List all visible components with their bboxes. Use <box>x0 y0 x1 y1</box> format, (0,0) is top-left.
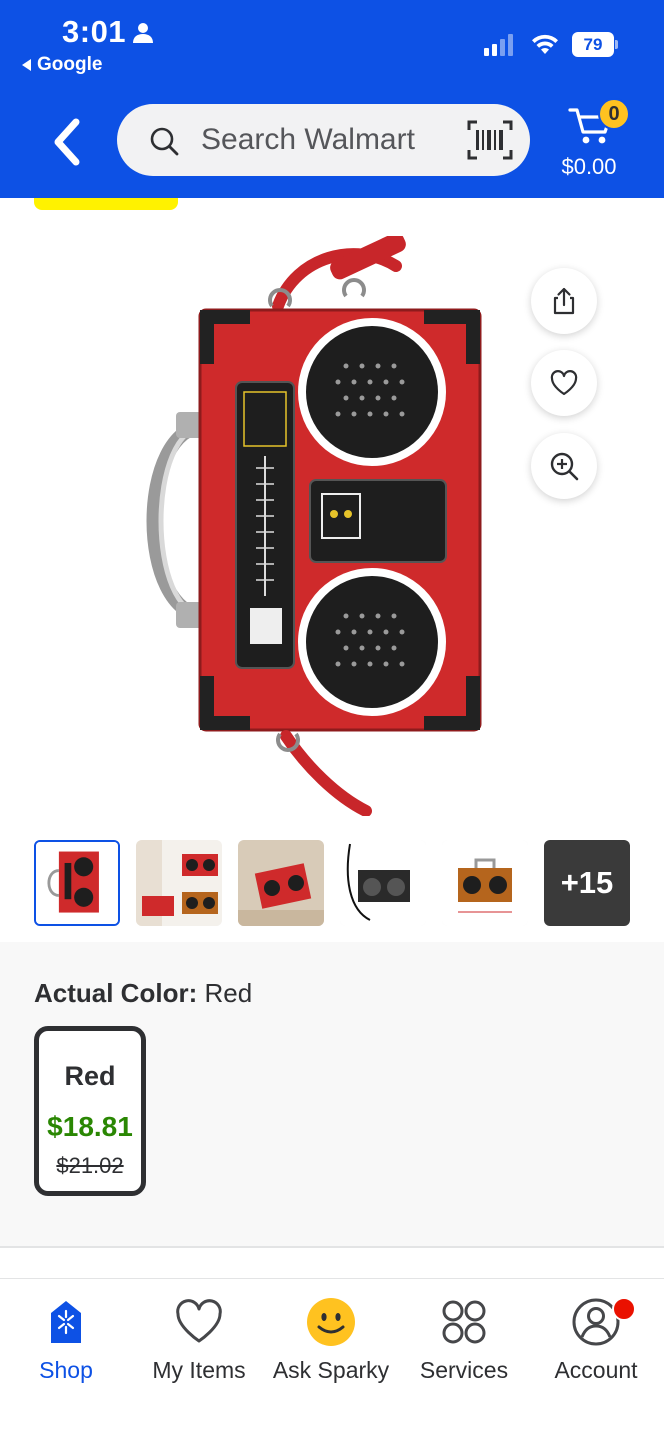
search-icon <box>150 127 179 156</box>
thumbnail-image <box>36 842 118 924</box>
thumbnail-image <box>340 840 426 926</box>
thumbnail-2[interactable] <box>136 840 222 926</box>
back-chevron-icon[interactable] <box>46 116 86 168</box>
back-triangle-icon <box>22 59 31 71</box>
battery-indicator: 79 <box>572 32 618 57</box>
variant-was-price: $21.02 <box>56 1153 124 1178</box>
back-to-app-link[interactable]: Google <box>22 54 102 76</box>
search-bar[interactable] <box>117 104 530 176</box>
more-images-thumbnail[interactable]: +15 <box>544 840 630 926</box>
nav-my-items[interactable]: My Items <box>133 1297 265 1397</box>
nav-shop[interactable]: Shop <box>0 1297 132 1397</box>
services-grid-icon <box>442 1300 486 1344</box>
barcode-scanner-icon[interactable] <box>467 120 513 160</box>
variant-label: Actual Color: <box>34 978 198 1008</box>
nav-services-label: Services <box>419 1357 509 1383</box>
thumbnail-3[interactable] <box>238 840 324 926</box>
account-notification-dot <box>612 1297 636 1321</box>
zoom-in-icon <box>550 452 579 481</box>
nav-my-items-label: My Items <box>152 1357 246 1383</box>
nav-account[interactable]: Account <box>530 1297 662 1397</box>
thumbnail-1[interactable] <box>34 840 120 926</box>
battery-level: 79 <box>572 32 614 57</box>
nav-ask-sparky-label: Ask Sparky <box>272 1357 390 1383</box>
thumbnail-5[interactable] <box>442 840 528 926</box>
shop-icon <box>51 1301 81 1343</box>
variant-name: Red <box>64 1061 116 1091</box>
cellular-signal-icon <box>484 34 513 56</box>
heart-icon <box>550 370 578 396</box>
variant-price: $18.81 <box>47 1111 133 1142</box>
thumbnail-image <box>442 840 528 926</box>
heart-icon <box>176 1299 222 1343</box>
nav-account-label: Account <box>554 1357 638 1383</box>
variant-section: Actual Color: Red Red $18.81 $21.02 <box>0 942 664 1246</box>
favorite-button[interactable] <box>531 350 597 416</box>
cart-button[interactable]: 0 $0.00 <box>556 98 636 188</box>
share-icon <box>553 287 575 315</box>
thumbnail-image <box>136 840 222 926</box>
variant-value: Red <box>204 978 253 1008</box>
section-divider <box>0 1246 664 1248</box>
back-app-label: Google <box>37 54 103 75</box>
sparky-smiley-icon <box>307 1298 355 1346</box>
image-thumbnail-strip: +15 <box>34 840 634 926</box>
status-time: 3:01 <box>62 14 127 49</box>
thumbnail-image <box>238 840 324 926</box>
app-header: 3:01 Google 79 Search Walmart 0 $0.00 <box>0 0 664 198</box>
nav-ask-sparky[interactable]: Ask Sparky <box>265 1297 397 1397</box>
product-image[interactable] <box>96 236 496 816</box>
nav-services[interactable]: Services <box>398 1297 530 1397</box>
promo-banner-strip <box>34 198 178 210</box>
zoom-button[interactable] <box>531 433 597 499</box>
thumbnail-4[interactable] <box>340 840 426 926</box>
share-button[interactable] <box>531 268 597 334</box>
cart-total: $0.00 <box>561 154 617 179</box>
variant-option-red[interactable]: Red $18.81 $21.02 <box>34 1026 146 1196</box>
bottom-navigation: Shop My Items Ask Sparky Services Accoun… <box>0 1279 664 1440</box>
variant-title: Actual Color: Red <box>34 978 252 1009</box>
person-icon <box>133 23 153 43</box>
nav-shop-label: Shop <box>39 1357 93 1383</box>
more-images-count: +15 <box>560 865 614 900</box>
cart-count-badge: 0 <box>598 98 630 130</box>
wifi-icon <box>532 34 558 54</box>
search-input[interactable] <box>201 118 461 162</box>
